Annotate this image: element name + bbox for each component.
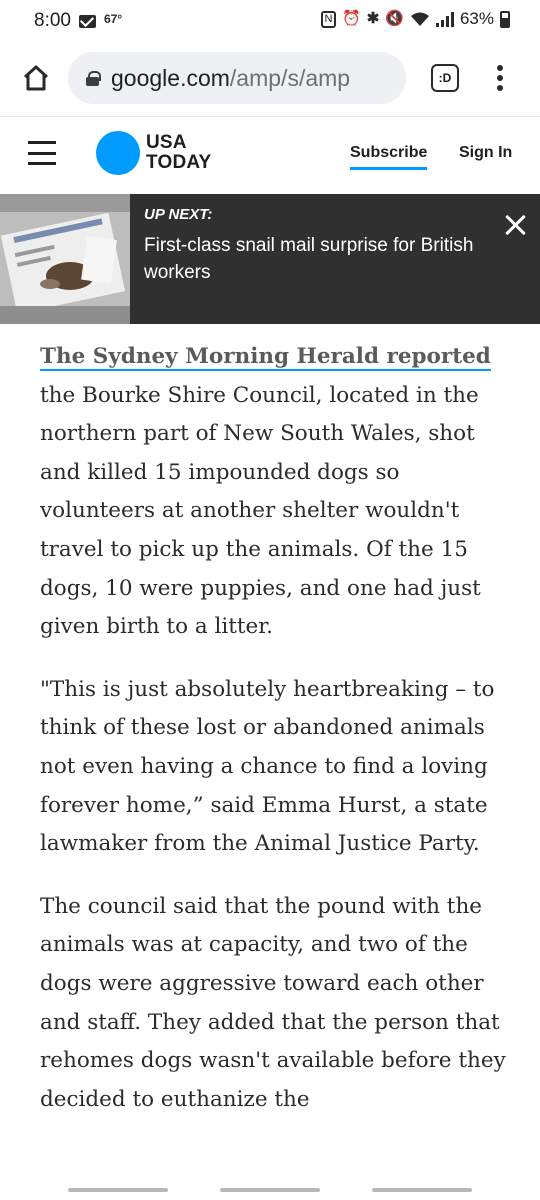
nav-recents[interactable] <box>68 1188 168 1192</box>
article-paragraph: The Sydney Morning Herald reported the B… <box>40 338 510 647</box>
site-header: USA TODAY Subscribe Sign In <box>0 116 540 194</box>
article-paragraph: "This is just absolutely heartbreaking –… <box>40 676 495 857</box>
tab-switcher-icon: :D <box>438 71 452 85</box>
battery-icon <box>500 10 510 28</box>
subscribe-link[interactable]: Subscribe <box>350 144 428 170</box>
browser-toolbar: google.com/amp/s/amp :D <box>0 46 540 116</box>
lock-icon <box>86 70 101 86</box>
home-icon <box>23 65 49 91</box>
status-bar: 8:00 67° N ⏰ ✱ 🔇 63% <box>0 0 540 46</box>
bluetooth-icon: ✱ <box>366 10 380 27</box>
overflow-menu-button[interactable] <box>492 62 508 94</box>
up-next-title[interactable]: First-class snail mail surprise for Brit… <box>144 232 489 286</box>
mute-icon: 🔇 <box>385 10 404 27</box>
article-body: The Sydney Morning Herald reported the B… <box>40 338 510 1143</box>
system-nav-bar <box>0 1180 540 1200</box>
wifi-icon <box>410 12 429 26</box>
usa-today-logo[interactable]: USA TODAY <box>96 131 211 175</box>
url-domain: google.com <box>111 64 230 91</box>
nav-back[interactable] <box>372 1188 472 1192</box>
url-path: /amp/s/amp <box>229 64 351 91</box>
logo-text: USA TODAY <box>146 133 211 173</box>
status-time: 8:00 <box>34 10 71 31</box>
paragraph-text: the Bourke Shire Council, located in the… <box>40 382 481 640</box>
up-next-thumbnail[interactable] <box>0 194 130 324</box>
signal-icon <box>435 11 454 27</box>
home-button[interactable] <box>18 60 54 96</box>
address-bar[interactable]: google.com/amp/s/amp <box>68 52 406 104</box>
nfc-icon: N <box>321 10 337 28</box>
url-text: google.com/amp/s/amp <box>111 65 350 92</box>
mail-icon <box>78 14 96 28</box>
battery-percent: 63% <box>459 9 494 28</box>
logo-dot <box>96 131 140 175</box>
close-icon[interactable] <box>502 212 528 238</box>
up-next-label: UP NEXT: <box>144 206 213 223</box>
tab-switcher-button[interactable]: :D <box>431 64 459 92</box>
article-paragraph: The council said that the pound with the… <box>40 893 506 1112</box>
nav-home[interactable] <box>220 1188 320 1192</box>
logo-line2: TODAY <box>146 152 212 173</box>
alarm-icon: ⏰ <box>342 10 361 27</box>
article-link-smh[interactable]: The Sydney Morning Herald reported <box>40 344 491 371</box>
logo-line1: USA <box>146 132 187 153</box>
hamburger-menu-icon[interactable] <box>28 141 56 165</box>
sign-in-link[interactable]: Sign In <box>459 144 512 162</box>
status-temperature: 67° <box>103 12 123 26</box>
up-next-banner[interactable]: UP NEXT: First-class snail mail surprise… <box>0 194 540 324</box>
